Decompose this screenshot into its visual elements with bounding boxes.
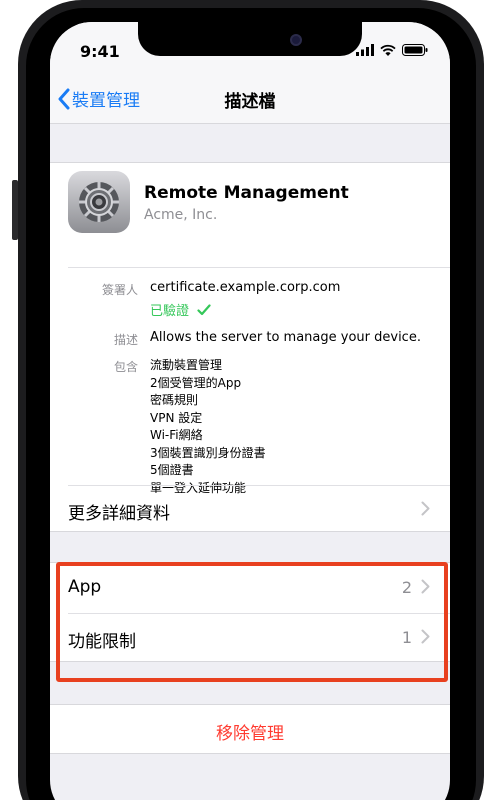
more-details-row[interactable]: 更多詳細資料 bbox=[50, 485, 450, 533]
signal-icon bbox=[356, 44, 374, 56]
more-details-label: 更多詳細資料 bbox=[68, 504, 170, 524]
status-icons bbox=[356, 44, 428, 56]
profile-organization: Acme, Inc. bbox=[144, 207, 218, 223]
profile-name: Remote Management bbox=[144, 183, 349, 203]
contains-label: 包含 bbox=[113, 360, 138, 374]
contains-item: 5個證書 bbox=[150, 463, 194, 477]
settings-gear-icon bbox=[68, 171, 130, 233]
side-button bbox=[12, 180, 18, 240]
description-value: Allows the server to manage your device. bbox=[150, 330, 421, 345]
notch bbox=[138, 22, 362, 56]
contains-list: 流動裝置管理 2個受管理的App 密碼規則 VPN 設定 Wi-Fi網絡 3個裝… bbox=[150, 357, 266, 497]
status-time: 9:41 bbox=[80, 42, 120, 61]
contains-item: VPN 設定 bbox=[150, 410, 203, 425]
contains-item: 流動裝置管理 bbox=[150, 358, 223, 372]
divider bbox=[68, 267, 450, 268]
contains-item: 密碼規則 bbox=[150, 393, 199, 407]
chevron-right-icon bbox=[421, 501, 430, 516]
remove-management-button[interactable]: 移除管理 bbox=[50, 704, 450, 754]
page-title: 描述檔 bbox=[224, 92, 276, 112]
checkmark-icon bbox=[197, 303, 211, 315]
signed-by-label: 簽署人 bbox=[101, 283, 138, 297]
profile-card: Remote Management Acme, Inc. 簽署人 certifi… bbox=[50, 162, 450, 532]
battery-icon bbox=[402, 44, 428, 56]
contains-item: 2個受管理的App bbox=[150, 375, 242, 390]
description-label: 描述 bbox=[113, 333, 138, 347]
navigation-bar: 裝置管理 描述檔 bbox=[50, 72, 450, 124]
verified-status: 已驗證 bbox=[150, 300, 211, 319]
contains-item: 3個裝置識別身份證書 bbox=[150, 445, 266, 460]
contains-item: Wi-Fi網絡 bbox=[150, 428, 203, 442]
verified-label: 已驗證 bbox=[150, 304, 190, 319]
highlight-box bbox=[56, 562, 448, 682]
remove-management-label: 移除管理 bbox=[216, 724, 284, 744]
screen: 9:41 裝置管理 描述檔 Remote Management Acme, In… bbox=[50, 22, 450, 800]
camera-icon bbox=[290, 34, 302, 46]
signed-by-value: certificate.example.corp.com bbox=[150, 280, 341, 295]
wifi-icon bbox=[380, 44, 396, 56]
